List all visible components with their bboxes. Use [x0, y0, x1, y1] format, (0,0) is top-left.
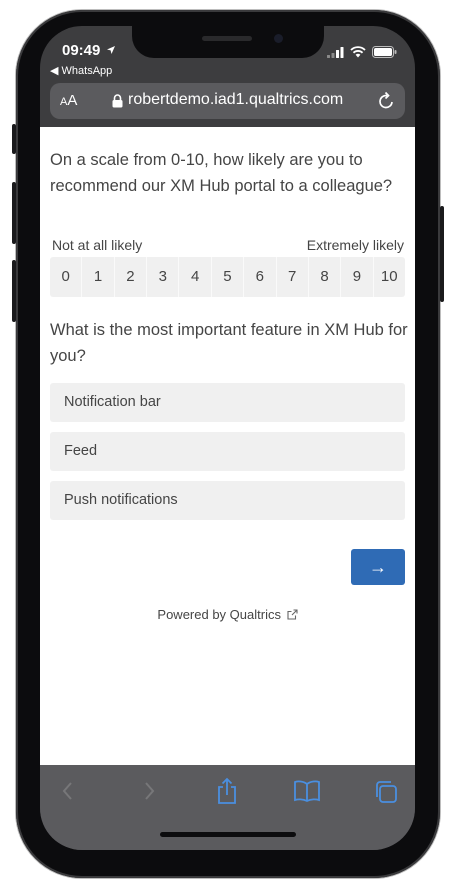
lock-icon — [112, 94, 123, 108]
next-button[interactable]: → — [351, 549, 405, 585]
bookmarks-icon[interactable] — [293, 779, 321, 803]
address-bar[interactable]: AA robertdemo.iad1.qualtrics.com — [50, 83, 405, 119]
scale-label-low: Not at all likely — [52, 237, 143, 253]
survey-page: On a scale from 0-10, how likely are you… — [40, 127, 415, 765]
option-label: Feed — [64, 443, 98, 459]
scale-option-5[interactable]: 5 — [212, 257, 245, 297]
share-icon[interactable] — [216, 777, 238, 805]
status-icons — [327, 46, 397, 58]
wifi-icon — [350, 46, 366, 58]
phone-screen: 09:49 ◀ WhatsApp AA robertdemo.iad1.qual… — [40, 26, 415, 850]
forward-arrow-icon[interactable] — [141, 779, 157, 803]
text-size-label: A — [67, 92, 78, 109]
question-feature: What is the most important feature in XM… — [50, 321, 408, 365]
home-indicator[interactable] — [160, 832, 296, 837]
scale-option-9[interactable]: 9 — [341, 257, 374, 297]
scale-option-3[interactable]: 3 — [147, 257, 180, 297]
status-time: 09:49 — [62, 42, 116, 59]
scale-option-6[interactable]: 6 — [244, 257, 277, 297]
back-to-app-link[interactable]: ◀ WhatsApp — [50, 64, 112, 77]
status-time-text: 09:49 — [62, 42, 101, 59]
option-feed[interactable]: Feed — [50, 432, 405, 471]
volume-down-button — [12, 260, 16, 322]
signal-icon — [327, 46, 344, 58]
power-button — [440, 206, 444, 302]
scale-option-4[interactable]: 4 — [179, 257, 212, 297]
option-label: Notification bar — [64, 394, 161, 410]
url-text: robertdemo.iad1.qualtrics.com — [128, 91, 344, 108]
scale-label-high: Extremely likely — [306, 237, 404, 253]
reload-icon[interactable] — [377, 91, 395, 111]
scale-option-10[interactable]: 10 — [374, 257, 405, 297]
scale-option-1[interactable]: 1 — [82, 257, 115, 297]
external-link-icon — [287, 609, 298, 620]
option-label: Push notifications — [64, 492, 178, 508]
tabs-icon[interactable] — [373, 779, 399, 805]
battery-icon — [372, 46, 397, 58]
powered-by-text: Powered by Qualtrics — [157, 607, 281, 622]
mute-switch — [12, 124, 16, 154]
scale-option-7[interactable]: 7 — [277, 257, 309, 297]
front-camera — [274, 34, 283, 43]
volume-up-button — [12, 182, 16, 244]
speaker — [202, 36, 252, 41]
notch — [132, 26, 324, 58]
back-arrow-icon[interactable] — [60, 779, 76, 803]
question-nps: On a scale from 0-10, how likely are you… — [50, 151, 393, 195]
option-push-notifications[interactable]: Push notifications — [50, 481, 405, 520]
nps-scale: 0 1 2 3 4 5 6 7 8 9 10 — [50, 257, 405, 297]
location-arrow-icon — [106, 46, 115, 54]
option-notification-bar[interactable]: Notification bar — [50, 383, 405, 422]
scale-option-8[interactable]: 8 — [309, 257, 342, 297]
scale-option-2[interactable]: 2 — [115, 257, 148, 297]
text-size-button[interactable]: AA — [60, 92, 77, 109]
scale-option-0[interactable]: 0 — [50, 257, 83, 297]
browser-toolbar — [40, 765, 415, 850]
powered-by-link[interactable]: Powered by Qualtrics — [40, 607, 415, 622]
